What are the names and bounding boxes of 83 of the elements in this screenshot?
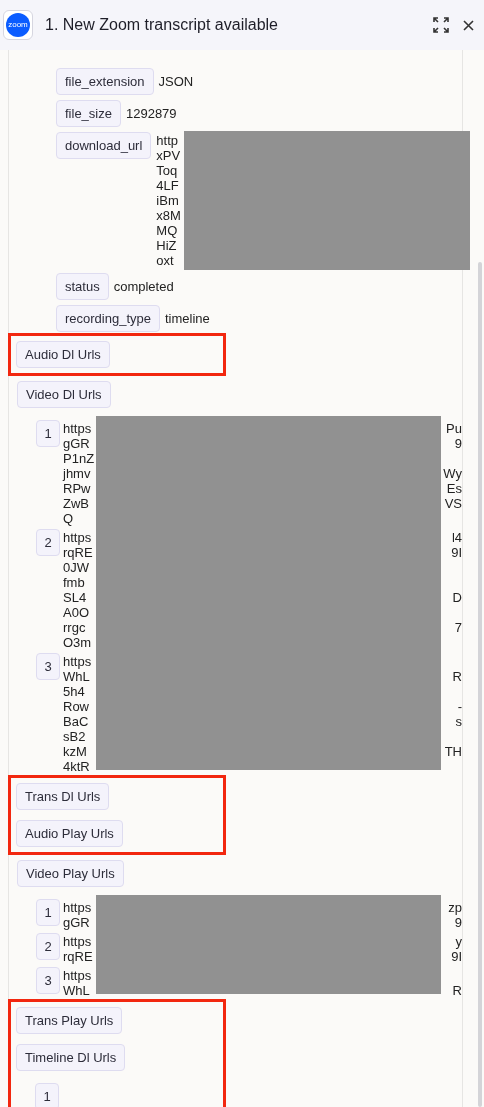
url-fragment: 7 bbox=[454, 620, 462, 635]
url-fragment: TH bbox=[444, 744, 462, 759]
url-fragment: https bbox=[63, 900, 92, 915]
url-fragment: Es bbox=[446, 481, 462, 496]
field-key: file_size bbox=[56, 100, 121, 127]
url-fragment: zp bbox=[448, 900, 462, 915]
field-value: x8M bbox=[156, 208, 181, 223]
url-fragment: 4ktR bbox=[63, 759, 90, 774]
url-fragment: 9I bbox=[451, 949, 462, 964]
section-label[interactable]: Trans Play Urls bbox=[16, 1007, 123, 1034]
index-label: 1 bbox=[36, 899, 60, 926]
index-label: 2 bbox=[36, 933, 60, 960]
url-fragment: fmb bbox=[63, 575, 85, 590]
url-fragment: A0O bbox=[63, 605, 89, 620]
url-fragment: P1nZ bbox=[63, 451, 95, 466]
index-label: 1 bbox=[36, 420, 60, 447]
url-fragment: rqRE bbox=[63, 545, 93, 560]
url-fragment: https bbox=[63, 421, 92, 436]
url-fragment: Row bbox=[63, 699, 89, 714]
url-fragment: WhL bbox=[63, 669, 90, 684]
field-value: iBm bbox=[156, 193, 179, 208]
field-value: MQ bbox=[156, 223, 178, 238]
field-value: 4LF bbox=[156, 178, 179, 193]
field-key: file_extension bbox=[56, 68, 154, 95]
section-label[interactable]: Audio Play Urls bbox=[16, 820, 123, 847]
section-label[interactable]: Video Dl Urls bbox=[17, 381, 111, 408]
url-fragment: 9 bbox=[454, 436, 462, 451]
url-fragment: y bbox=[455, 934, 462, 949]
url-fragment: ZwB bbox=[63, 496, 89, 511]
url-fragment: Pu bbox=[446, 421, 462, 436]
url-fragment: 5h4 bbox=[63, 684, 85, 699]
window-title: 1. New Zoom transcript available bbox=[45, 15, 279, 35]
url-fragment: D bbox=[452, 590, 462, 605]
logo-text: zoom bbox=[8, 21, 28, 29]
url-fragment: rqRE bbox=[63, 949, 93, 964]
url-fragment: sB2 bbox=[63, 729, 86, 744]
url-fragment: SL4 bbox=[63, 590, 87, 605]
url-fragment: l4 bbox=[451, 530, 462, 545]
field-value: completed bbox=[113, 279, 174, 294]
url-fragment: Wy bbox=[443, 466, 462, 481]
url-fragment: R bbox=[452, 983, 462, 998]
field-key: recording_type bbox=[56, 305, 160, 332]
field-value: HiZ bbox=[156, 238, 177, 253]
url-fragment: WhL bbox=[63, 983, 90, 998]
field-value: http bbox=[156, 133, 179, 148]
section-label[interactable]: Trans Dl Urls bbox=[16, 783, 110, 810]
url-fragment: R bbox=[452, 669, 462, 684]
url-fragment: VS bbox=[444, 496, 462, 511]
url-fragment: BaC bbox=[63, 714, 89, 729]
index-label: 1 bbox=[35, 1083, 59, 1107]
url-fragment: https bbox=[63, 530, 92, 545]
field-value: JSON bbox=[158, 74, 194, 89]
url-fragment: RPw bbox=[63, 481, 91, 496]
url-fragment: kzM bbox=[63, 744, 87, 759]
field-key: download_url bbox=[56, 132, 152, 159]
field-value: oxt bbox=[156, 253, 174, 268]
url-fragment: - bbox=[457, 699, 462, 714]
url-fragment: O3m bbox=[63, 635, 92, 650]
field-value: Toq bbox=[156, 163, 178, 178]
field-value: 1292879 bbox=[125, 106, 177, 121]
url-fragment: https bbox=[63, 654, 92, 669]
field-value: timeline bbox=[165, 311, 210, 326]
url-fragment: jhmv bbox=[63, 466, 91, 481]
section-label[interactable]: Video Play Urls bbox=[17, 860, 124, 887]
url-fragment: 9I bbox=[451, 545, 462, 560]
url-fragment: Q bbox=[63, 511, 74, 526]
section-label[interactable]: Timeline Dl Urls bbox=[16, 1044, 126, 1071]
index-label: 2 bbox=[36, 529, 60, 556]
section-label[interactable]: Audio Dl Urls bbox=[16, 341, 110, 368]
url-fragment: s bbox=[455, 714, 462, 729]
url-fragment: https bbox=[63, 968, 92, 983]
url-fragment: rrgc bbox=[63, 620, 86, 635]
url-fragment: gGR bbox=[63, 436, 90, 451]
expand-icon[interactable] bbox=[433, 17, 449, 33]
url-fragment: https bbox=[63, 934, 92, 949]
field-value: xPV bbox=[156, 148, 181, 163]
field-key: status bbox=[56, 273, 109, 300]
url-fragment: gGR bbox=[63, 915, 90, 930]
index-label: 3 bbox=[36, 967, 60, 994]
close-icon[interactable] bbox=[463, 19, 474, 31]
index-label: 3 bbox=[36, 653, 60, 680]
url-fragment: 9 bbox=[454, 915, 462, 930]
url-fragment: 0JW bbox=[63, 560, 89, 575]
